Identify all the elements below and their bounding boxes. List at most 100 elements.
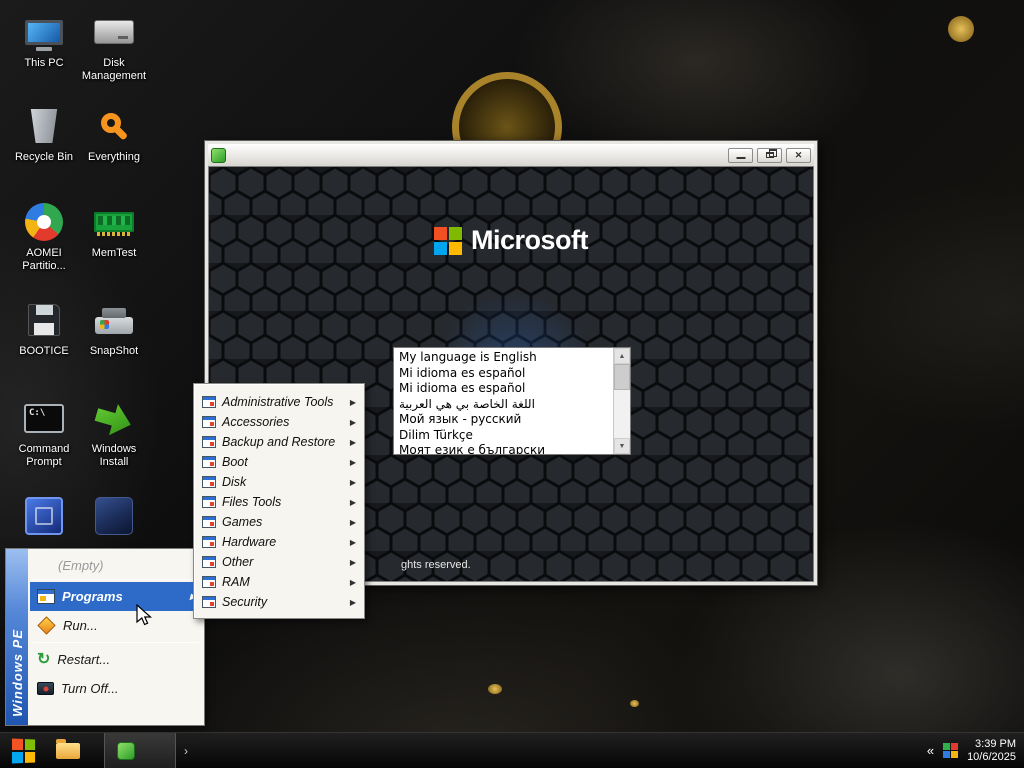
language-option[interactable]: Мой язык - русский: [394, 412, 613, 428]
taskbar-clock[interactable]: 3:39 PM 10/6/2025: [967, 738, 1016, 764]
menu-item-run[interactable]: Run...: [30, 611, 202, 640]
desktop-icon-recycle-bin[interactable]: Recycle Bin: [8, 104, 80, 164]
menu-item-programs[interactable]: Programs ▶: [30, 582, 202, 611]
menu-item-turn-off[interactable]: Turn Off...: [30, 674, 202, 703]
taskbar-app-language-selector[interactable]: [104, 733, 176, 768]
desktop-icon-label: Command Prompt: [8, 443, 80, 469]
listbox-scrollbar[interactable]: ▲ ▼: [613, 348, 630, 454]
desktop-icon-blue-box[interactable]: [78, 494, 150, 541]
this-pc-icon: [22, 10, 66, 54]
language-option[interactable]: Dilim Türkçe: [394, 428, 613, 444]
language-option[interactable]: My language is English: [394, 350, 613, 366]
desktop-icon-bootice[interactable]: BOOTICE: [8, 298, 80, 358]
chip-icon: [22, 494, 66, 538]
submenu-item[interactable]: Administrative Tools ▶: [196, 392, 362, 412]
submenu-item[interactable]: Files Tools ▶: [196, 492, 362, 512]
submenu-arrow-icon: ▶: [350, 498, 356, 507]
program-group-icon: [202, 516, 216, 528]
desktop-icon-pe-tools[interactable]: [8, 494, 80, 541]
scrollbar-track[interactable]: [614, 364, 630, 438]
desktop-icon-windows-install[interactable]: Windows Install: [78, 396, 150, 469]
window-titlebar[interactable]: ✕: [208, 144, 814, 166]
menu-item-label: Restart...: [57, 652, 110, 667]
scroll-up-button[interactable]: ▲: [614, 348, 630, 364]
language-option-label: Mi idioma es español: [399, 366, 525, 380]
scrollbar-thumb[interactable]: [614, 364, 630, 390]
submenu-item[interactable]: Boot ▶: [196, 452, 362, 472]
desktop-icon-disk-management[interactable]: Disk Management: [78, 10, 150, 83]
desktop-icon-label: Everything: [78, 151, 150, 164]
submenu-arrow-icon: ▶: [350, 398, 356, 407]
scroll-down-button[interactable]: ▼: [614, 438, 630, 454]
language-option[interactable]: اللغة الخاصة بي هي العربية: [394, 397, 613, 413]
program-group-icon: [202, 456, 216, 468]
file-explorer-button[interactable]: [48, 733, 88, 768]
floppy-icon: [22, 298, 66, 342]
desktop-icon-this-pc[interactable]: This PC: [8, 10, 80, 70]
minimize-button[interactable]: [728, 148, 753, 163]
disk-management-icon: [92, 10, 136, 54]
menu-separator: [33, 642, 199, 643]
submenu-item-label: RAM: [222, 575, 250, 589]
desktop-icon-label: Windows Install: [78, 443, 150, 469]
submenu-arrow-icon: ▶: [350, 458, 356, 467]
desktop-icon-command-prompt[interactable]: C:\ Command Prompt: [8, 396, 80, 469]
submenu-item-label: Backup and Restore: [222, 435, 335, 449]
menu-item-restart[interactable]: ↻ Restart...: [30, 645, 202, 674]
program-group-icon: [202, 476, 216, 488]
desktop-icon-label: This PC: [8, 57, 80, 70]
submenu-arrow-icon: ▶: [350, 418, 356, 427]
language-option[interactable]: Моят език е български: [394, 443, 613, 454]
close-button[interactable]: ✕: [786, 148, 811, 163]
language-listbox[interactable]: My language is EnglishMi idioma es españ…: [393, 347, 631, 455]
submenu-item[interactable]: Security ▶: [196, 592, 362, 612]
restore-button[interactable]: [757, 148, 782, 163]
submenu-item-label: Security: [222, 595, 267, 609]
desktop-icon-everything[interactable]: Everything: [78, 104, 150, 164]
tray-overflow-icon[interactable]: «: [927, 743, 934, 758]
submenu-item-label: Accessories: [222, 415, 289, 429]
desktop-icon-label: Recycle Bin: [8, 151, 80, 164]
desktop-icon-label: SnapShot: [78, 345, 150, 358]
submenu-item[interactable]: Other ▶: [196, 552, 362, 572]
menu-item-label: Programs: [62, 589, 123, 604]
desktop-icon-label: MemTest: [78, 247, 150, 260]
terminal-icon: C:\: [22, 396, 66, 440]
language-option-label: Mi idioma es español: [399, 381, 525, 395]
toolbar-expand-icon[interactable]: ›: [184, 744, 188, 758]
language-option[interactable]: Mi idioma es español: [394, 366, 613, 382]
submenu-item[interactable]: Accessories ▶: [196, 412, 362, 432]
submenu-arrow-icon: ▶: [350, 478, 356, 487]
desktop-icon-memtest[interactable]: MemTest: [78, 200, 150, 260]
banner-label: Windows PE: [10, 629, 25, 717]
submenu-arrow-icon: ▶: [350, 578, 356, 587]
desktop-icon-label: Disk Management: [78, 57, 150, 83]
language-option-label: اللغة الخاصة بي هي العربية: [399, 397, 535, 411]
power-icon: [37, 682, 54, 695]
tray-color-grid-icon[interactable]: [943, 743, 958, 758]
submenu-item-label: Other: [222, 555, 253, 569]
program-group-icon: [202, 536, 216, 548]
clock-time: 3:39 PM: [967, 738, 1016, 751]
submenu-item[interactable]: RAM ▶: [196, 572, 362, 592]
submenu-item-label: Boot: [222, 455, 248, 469]
language-option-label: Dilim Türkçe: [399, 428, 473, 442]
submenu-item[interactable]: Games ▶: [196, 512, 362, 532]
program-group-icon: [202, 436, 216, 448]
app-icon: [117, 742, 135, 760]
desktop-icon-snapshot[interactable]: SnapShot: [78, 298, 150, 358]
desktop-icon-aomei-partition[interactable]: AOMEI Partitio...: [8, 200, 80, 273]
start-menu: Windows PE (Empty) Programs ▶ Run... ↻ R…: [5, 548, 205, 726]
microsoft-logo-squares: [434, 227, 462, 255]
restart-icon: ↻: [37, 652, 50, 668]
submenu-item[interactable]: Hardware ▶: [196, 532, 362, 552]
submenu-item[interactable]: Disk ▶: [196, 472, 362, 492]
program-group-icon: [202, 576, 216, 588]
start-button[interactable]: [0, 733, 48, 768]
language-option-label: Моят език е български: [399, 443, 545, 454]
recycle-bin-icon: [22, 104, 66, 148]
system-tray: « 3:39 PM 10/6/2025: [927, 738, 1024, 764]
submenu-item[interactable]: Backup and Restore ▶: [196, 432, 362, 452]
language-option[interactable]: Mi idioma es español: [394, 381, 613, 397]
submenu-arrow-icon: ▶: [350, 538, 356, 547]
